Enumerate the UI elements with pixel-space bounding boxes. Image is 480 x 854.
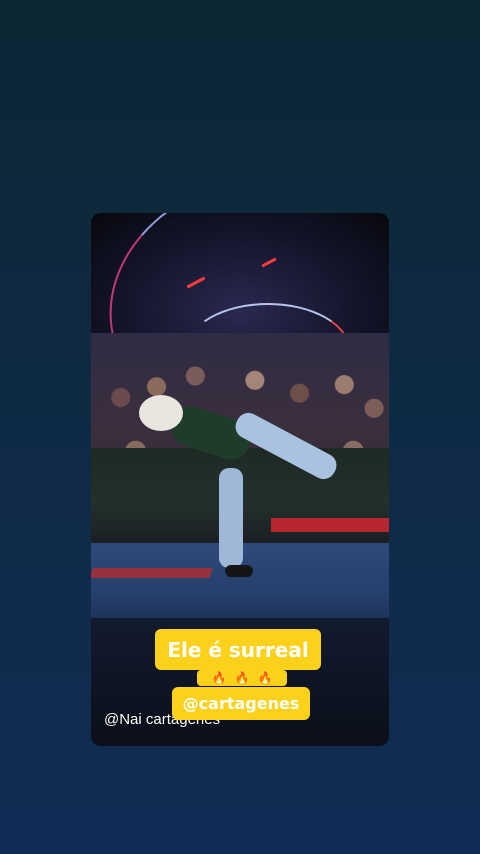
red-seating — [271, 518, 389, 532]
dancer-standing-leg — [219, 468, 243, 568]
fire-icon: 🔥 — [211, 671, 227, 685]
dancer-shoe — [225, 565, 253, 577]
fire-icon: 🔥 — [234, 671, 250, 685]
caption-mention-link[interactable]: @cartagenes — [172, 687, 310, 720]
story-card[interactable]: Ele é surreal 🔥 🔥 🔥 @Nai cartagenes @car… — [91, 213, 389, 746]
fire-icon: 🔥 — [257, 671, 273, 685]
floor-marking — [91, 568, 213, 578]
emoji-row: 🔥 🔥 🔥 — [197, 670, 287, 686]
dancer-head — [139, 395, 183, 431]
caption-main: Ele é surreal — [155, 629, 321, 670]
